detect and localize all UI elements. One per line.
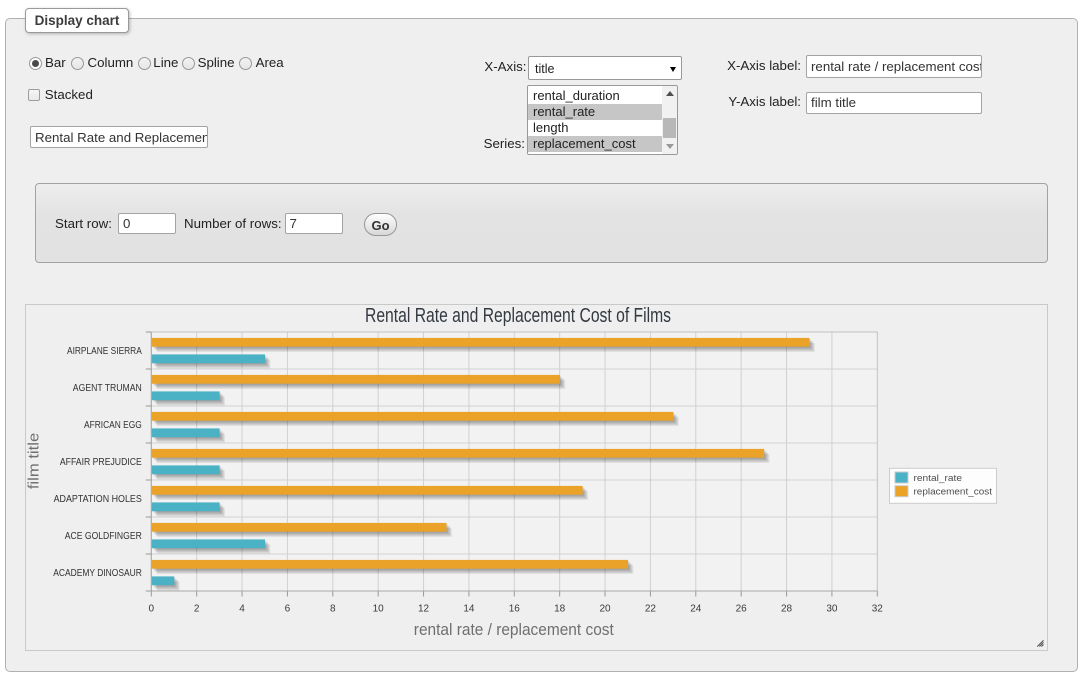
svg-text:2: 2	[194, 604, 200, 615]
svg-text:18: 18	[554, 604, 566, 615]
svg-text:14: 14	[463, 604, 475, 615]
svg-text:0: 0	[149, 604, 155, 615]
svg-text:AGENT TRUMAN: AGENT TRUMAN	[73, 383, 142, 394]
svg-text:ACE GOLDFINGER: ACE GOLDFINGER	[65, 531, 142, 542]
svg-text:20: 20	[599, 604, 611, 615]
svg-text:16: 16	[509, 604, 521, 615]
svg-text:30: 30	[826, 604, 838, 615]
svg-text:ADAPTATION HOLES: ADAPTATION HOLES	[54, 494, 142, 505]
svg-text:ACADEMY DINOSAUR: ACADEMY DINOSAUR	[53, 568, 142, 579]
svg-text:Rental Rate and Replacement Co: Rental Rate and Replacement Cost of Film…	[365, 305, 671, 327]
svg-text:AFFAIR PREJUDICE: AFFAIR PREJUDICE	[60, 457, 142, 468]
svg-text:22: 22	[645, 604, 657, 615]
svg-text:AIRPLANE SIERRA: AIRPLANE SIERRA	[67, 346, 142, 357]
svg-text:AFRICAN EGG: AFRICAN EGG	[84, 420, 142, 431]
svg-text:4: 4	[239, 604, 245, 615]
svg-text:replacement_cost: replacement_cost	[914, 487, 993, 498]
svg-text:10: 10	[373, 604, 385, 615]
svg-text:24: 24	[690, 604, 702, 615]
svg-text:rental_rate: rental_rate	[914, 473, 963, 484]
svg-text:32: 32	[872, 604, 884, 615]
svg-text:6: 6	[285, 604, 291, 615]
svg-text:26: 26	[736, 604, 748, 615]
svg-text:12: 12	[418, 604, 430, 615]
svg-text:28: 28	[781, 604, 793, 615]
svg-text:rental rate / replacement cost: rental rate / replacement cost	[414, 621, 614, 639]
svg-text:film title: film title	[26, 433, 42, 489]
svg-text:8: 8	[330, 604, 336, 615]
